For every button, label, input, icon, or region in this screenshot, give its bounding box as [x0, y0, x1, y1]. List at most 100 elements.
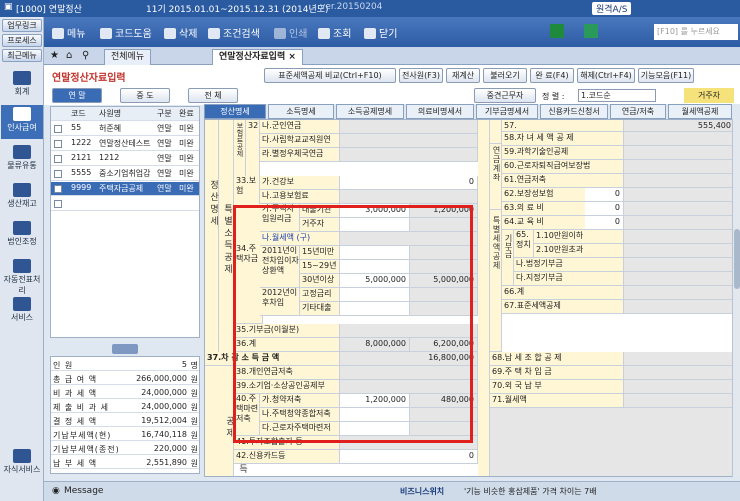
- nav-hr[interactable]: 인사급여: [1, 105, 43, 139]
- right-label: 65.정치: [514, 230, 534, 258]
- excel-icon[interactable]: [550, 24, 564, 38]
- splitter-handle[interactable]: [112, 344, 138, 354]
- export-icon[interactable]: [584, 24, 598, 38]
- tab-year-end-input[interactable]: 연말정산자료입력 ×: [212, 49, 303, 65]
- right-label: 61.연금저축: [502, 174, 624, 188]
- print-button[interactable]: 인쇄: [274, 25, 307, 40]
- row-checkbox[interactable]: [54, 185, 62, 193]
- ticker-text[interactable]: '기능 비슷한 홍삼제품' 가격 차이는 7배: [464, 486, 597, 497]
- summary-row: 인 원5명: [51, 360, 199, 371]
- row-value[interactable]: [340, 120, 478, 134]
- table-row[interactable]: 2121 1212 연말 미완: [51, 152, 199, 166]
- right-label: 2.10만원초과: [534, 244, 624, 258]
- summary-row: 비 과 세 액 24,000,000 원: [51, 388, 199, 399]
- midterm-toggle[interactable]: 중 도: [120, 88, 170, 103]
- nav-self-service[interactable]: 자식서비스: [1, 447, 43, 481]
- tab-income-deduction[interactable]: 소득공제명세: [336, 104, 404, 119]
- title-bar: ▣ [1000] 연말정산 11기 2015.01.01~2015.12.31 …: [0, 0, 740, 17]
- tab-monthly-rent[interactable]: 월세액공제: [668, 104, 732, 119]
- code-help-button[interactable]: 코드도움: [100, 25, 152, 40]
- divider-column: [478, 120, 490, 476]
- menu-button[interactable]: 메뉴: [52, 25, 85, 40]
- row-value[interactable]: 0: [340, 450, 478, 464]
- search-icon[interactable]: ⚲: [82, 50, 89, 61]
- message-label[interactable]: Message: [64, 486, 103, 496]
- functions-button[interactable]: 기능모음(F11): [638, 68, 694, 83]
- user-icon: [13, 107, 31, 121]
- table-row[interactable]: 55 허준혜 연말 미완: [51, 122, 199, 136]
- load-button[interactable]: 불러오기: [483, 68, 527, 83]
- row-checkbox[interactable]: [54, 170, 62, 178]
- row-label: 나.군인연금: [260, 120, 340, 134]
- printer-icon: [274, 28, 286, 39]
- process-button[interactable]: 프로세스: [2, 34, 42, 47]
- row-checkbox[interactable]: [54, 140, 62, 148]
- right-label: 58.자 녀 세 액 공 제: [502, 132, 624, 146]
- table-row[interactable]: 5555 중소기업취업감 연말 미완: [51, 167, 199, 181]
- row-checkbox[interactable]: [54, 155, 62, 163]
- tab-pension[interactable]: 연금/저축: [610, 104, 666, 119]
- right-input[interactable]: 0: [585, 202, 624, 216]
- right-value: [624, 366, 733, 380]
- row-checkbox[interactable]: [54, 125, 62, 133]
- table-row-empty[interactable]: [51, 197, 199, 211]
- table-row[interactable]: 1222 연말정산테스트 연말 미완: [51, 137, 199, 151]
- summary-row: 제 출 비 과 세 24,000,000 원: [51, 402, 199, 413]
- mid-size-worker-button[interactable]: 중견근무자: [474, 88, 536, 103]
- right-label: 다.지정기부금: [514, 272, 624, 286]
- highlight-box: [233, 205, 473, 443]
- tab-medical[interactable]: 의료비명세서: [406, 104, 474, 119]
- row-value[interactable]: [340, 190, 478, 204]
- delete-button[interactable]: 삭제: [164, 25, 197, 40]
- tab-income[interactable]: 소득명세: [268, 104, 334, 119]
- all-employees-button[interactable]: 전사원(F3): [399, 68, 443, 83]
- tab-credit-card[interactable]: 신용카드신청서: [540, 104, 608, 119]
- recent-menu-button[interactable]: 최근메뉴: [2, 49, 42, 62]
- year-end-toggle[interactable]: 연 말: [52, 88, 102, 103]
- resident-badge: 거주자: [684, 88, 734, 103]
- tab-all-menu[interactable]: 전체메뉴: [104, 49, 152, 65]
- release-button[interactable]: 해제(Ctrl+F4): [577, 68, 635, 83]
- right-input[interactable]: 0: [585, 188, 624, 202]
- table-row-selected[interactable]: 9999 주택자금공제 연말 미완: [51, 182, 199, 196]
- document-icon: [13, 259, 31, 273]
- right-label: 66.계: [502, 286, 624, 300]
- scroll-thumb[interactable]: [734, 229, 740, 289]
- row-value[interactable]: 0: [340, 176, 478, 190]
- tab-settlement[interactable]: 정산명세: [204, 104, 266, 119]
- nav-corporate[interactable]: 법인조정: [1, 219, 43, 253]
- complete-button[interactable]: 완 료(F4): [530, 68, 574, 83]
- star-icon[interactable]: ★: [50, 50, 59, 61]
- tab-donation[interactable]: 기부금명세서: [476, 104, 538, 119]
- row-checkbox[interactable]: [54, 200, 62, 208]
- row-value[interactable]: [340, 134, 478, 148]
- close-button[interactable]: 닫기: [364, 25, 397, 40]
- sort-select[interactable]: 1.코드순: [578, 89, 656, 102]
- vertical-scrollbar[interactable]: [732, 119, 740, 477]
- all-toggle[interactable]: 전 체: [188, 88, 238, 103]
- nav-accounting[interactable]: 회계: [1, 69, 43, 103]
- nav-logistics[interactable]: 물류유통: [1, 143, 43, 177]
- recalc-button[interactable]: 재계산: [446, 68, 480, 83]
- summary-row: 총 급 여 액 266,000,000 원: [51, 374, 199, 385]
- right-value: [624, 216, 733, 230]
- sort-label: 정 렬 :: [542, 92, 565, 101]
- right-value: [624, 300, 733, 314]
- condition-search-button[interactable]: 조건검색: [208, 25, 260, 40]
- close-icon[interactable]: ×: [288, 52, 296, 62]
- nav-auto-journal[interactable]: 자동전표처리: [1, 257, 43, 295]
- menu-search-input[interactable]: [F10] 를 누르세요: [654, 24, 738, 40]
- remote-support-button[interactable]: 원격A/S: [592, 2, 632, 15]
- work-link-button[interactable]: 업무링크: [2, 19, 42, 32]
- row-value[interactable]: [340, 148, 478, 162]
- find-button[interactable]: 조회: [318, 25, 351, 40]
- right-input[interactable]: 0: [585, 216, 624, 230]
- boxes-icon: [13, 183, 31, 197]
- nav-service[interactable]: 서비스: [1, 295, 43, 329]
- home-icon[interactable]: ⌂: [66, 50, 72, 61]
- right-value: [624, 202, 733, 216]
- trash-icon: [164, 28, 176, 39]
- question-icon: [100, 28, 112, 39]
- nav-production[interactable]: 생산재고: [1, 181, 43, 215]
- standard-deduction-compare-button[interactable]: 표준세액공제 비교(Ctrl+F10): [264, 68, 396, 83]
